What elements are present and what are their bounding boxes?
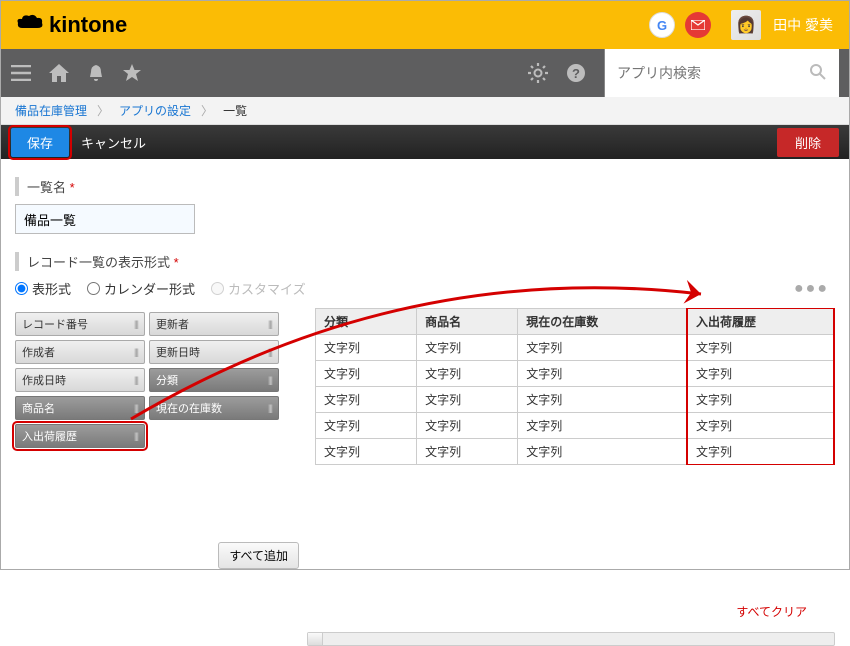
delete-button[interactable]: 削除 xyxy=(777,128,839,157)
table-cell: 文字列 xyxy=(688,413,835,439)
column-header[interactable]: 入出荷履歴 xyxy=(688,309,835,335)
display-format-radios: 表形式 カレンダー形式 カスタマイズ ●●● xyxy=(15,279,835,298)
field-chip[interactable]: 入出荷履歴||| xyxy=(15,424,145,448)
field-chip[interactable]: 作成者||| xyxy=(15,340,145,364)
field-chip[interactable]: 商品名||| xyxy=(15,396,145,420)
field-chip[interactable]: 作成日時||| xyxy=(15,368,145,392)
table-cell: 文字列 xyxy=(688,335,835,361)
mail-icon[interactable] xyxy=(685,12,711,38)
table-row: 文字列文字列文字列文字列 xyxy=(316,387,835,413)
search-input[interactable] xyxy=(617,65,777,81)
star-icon[interactable] xyxy=(123,64,141,82)
preview-table: 分類商品名現在の在庫数入出荷履歴文字列文字列文字列文字列文字列文字列文字列文字列… xyxy=(315,308,835,465)
table-cell: 文字列 xyxy=(688,361,835,387)
help-icon[interactable]: ? xyxy=(566,63,586,83)
user-menu[interactable]: 👩 田中 愛美 xyxy=(721,10,833,40)
radio-calendar[interactable]: カレンダー形式 xyxy=(87,279,195,298)
gear-icon[interactable] xyxy=(528,63,548,83)
avatar: 👩 xyxy=(731,10,761,40)
list-name-input[interactable] xyxy=(15,204,195,234)
field-palette: レコード番号|||更新者|||作成者|||更新日時|||作成日時|||分類|||… xyxy=(15,308,305,452)
crumb-current: 一覧 xyxy=(223,102,247,119)
field-chip[interactable]: レコード番号||| xyxy=(15,312,145,336)
table-row: 文字列文字列文字列文字列 xyxy=(316,413,835,439)
table-cell: 文字列 xyxy=(518,361,688,387)
table-cell: 文字列 xyxy=(688,387,835,413)
radio-custom: カスタマイズ xyxy=(211,279,306,298)
field-chip[interactable]: 更新日時||| xyxy=(149,340,279,364)
table-cell: 文字列 xyxy=(417,413,518,439)
brand-logo: kintone xyxy=(17,12,127,38)
table-cell: 文字列 xyxy=(518,413,688,439)
table-cell: 文字列 xyxy=(518,335,688,361)
column-header[interactable]: 現在の在庫数 xyxy=(518,309,688,335)
brand-text: kintone xyxy=(49,12,127,38)
table-row: 文字列文字列文字列文字列 xyxy=(316,335,835,361)
save-button[interactable]: 保存 xyxy=(11,128,69,157)
crumb-sep: 〉 xyxy=(201,102,213,119)
horizontal-scrollbar[interactable] xyxy=(307,632,835,646)
table-row: 文字列文字列文字列文字列 xyxy=(316,361,835,387)
crumb-settings[interactable]: アプリの設定 xyxy=(119,102,191,119)
breadcrumb: 備品在庫管理 〉 アプリの設定 〉 一覧 xyxy=(1,97,849,125)
username: 田中 愛美 xyxy=(773,15,833,35)
column-header[interactable]: 商品名 xyxy=(417,309,518,335)
google-icon[interactable]: G xyxy=(649,12,675,38)
preview-table-wrap: 分類商品名現在の在庫数入出荷履歴文字列文字列文字列文字列文字列文字列文字列文字列… xyxy=(315,308,835,465)
table-cell: 文字列 xyxy=(688,439,835,465)
table-cell: 文字列 xyxy=(518,387,688,413)
bell-icon[interactable] xyxy=(87,64,105,82)
field-chip[interactable]: 分類||| xyxy=(149,368,279,392)
action-bar: 保存 キャンセル 削除 xyxy=(1,125,849,159)
more-icon[interactable]: ●●● xyxy=(794,280,835,298)
brand-icon xyxy=(17,14,43,36)
radio-table[interactable]: 表形式 xyxy=(15,279,71,298)
table-cell: 文字列 xyxy=(316,335,417,361)
menu-icon[interactable] xyxy=(11,65,31,81)
table-cell: 文字列 xyxy=(417,439,518,465)
field-chip[interactable]: 更新者||| xyxy=(149,312,279,336)
table-cell: 文字列 xyxy=(316,387,417,413)
header-right: G 👩 田中 愛美 xyxy=(649,10,833,40)
table-cell: 文字列 xyxy=(518,439,688,465)
table-cell: 文字列 xyxy=(417,335,518,361)
table-cell: 文字列 xyxy=(316,361,417,387)
field-chip[interactable]: 現在の在庫数||| xyxy=(149,396,279,420)
home-icon[interactable] xyxy=(49,64,69,82)
search-area xyxy=(604,49,839,97)
search-icon[interactable] xyxy=(809,63,827,84)
display-format-label: レコード一覧の表示形式 * xyxy=(15,252,835,271)
cancel-button[interactable]: キャンセル xyxy=(81,133,146,152)
toolbar: ? xyxy=(1,49,849,97)
content: 一覧名 * レコード一覧の表示形式 * 表形式 カレンダー形式 カスタマイズ ●… xyxy=(1,159,849,628)
header-top: kintone G 👩 田中 愛美 xyxy=(1,1,849,49)
table-row: 文字列文字列文字列文字列 xyxy=(316,439,835,465)
add-all-button[interactable]: すべて追加 xyxy=(218,542,299,569)
table-cell: 文字列 xyxy=(316,413,417,439)
svg-text:?: ? xyxy=(572,66,580,81)
table-cell: 文字列 xyxy=(417,361,518,387)
table-cell: 文字列 xyxy=(316,439,417,465)
crumb-app[interactable]: 備品在庫管理 xyxy=(15,102,87,119)
table-cell: 文字列 xyxy=(417,387,518,413)
clear-all-link[interactable]: すべてクリア xyxy=(736,605,807,619)
crumb-sep: 〉 xyxy=(97,102,109,119)
list-name-label: 一覧名 * xyxy=(15,177,835,196)
column-header[interactable]: 分類 xyxy=(316,309,417,335)
